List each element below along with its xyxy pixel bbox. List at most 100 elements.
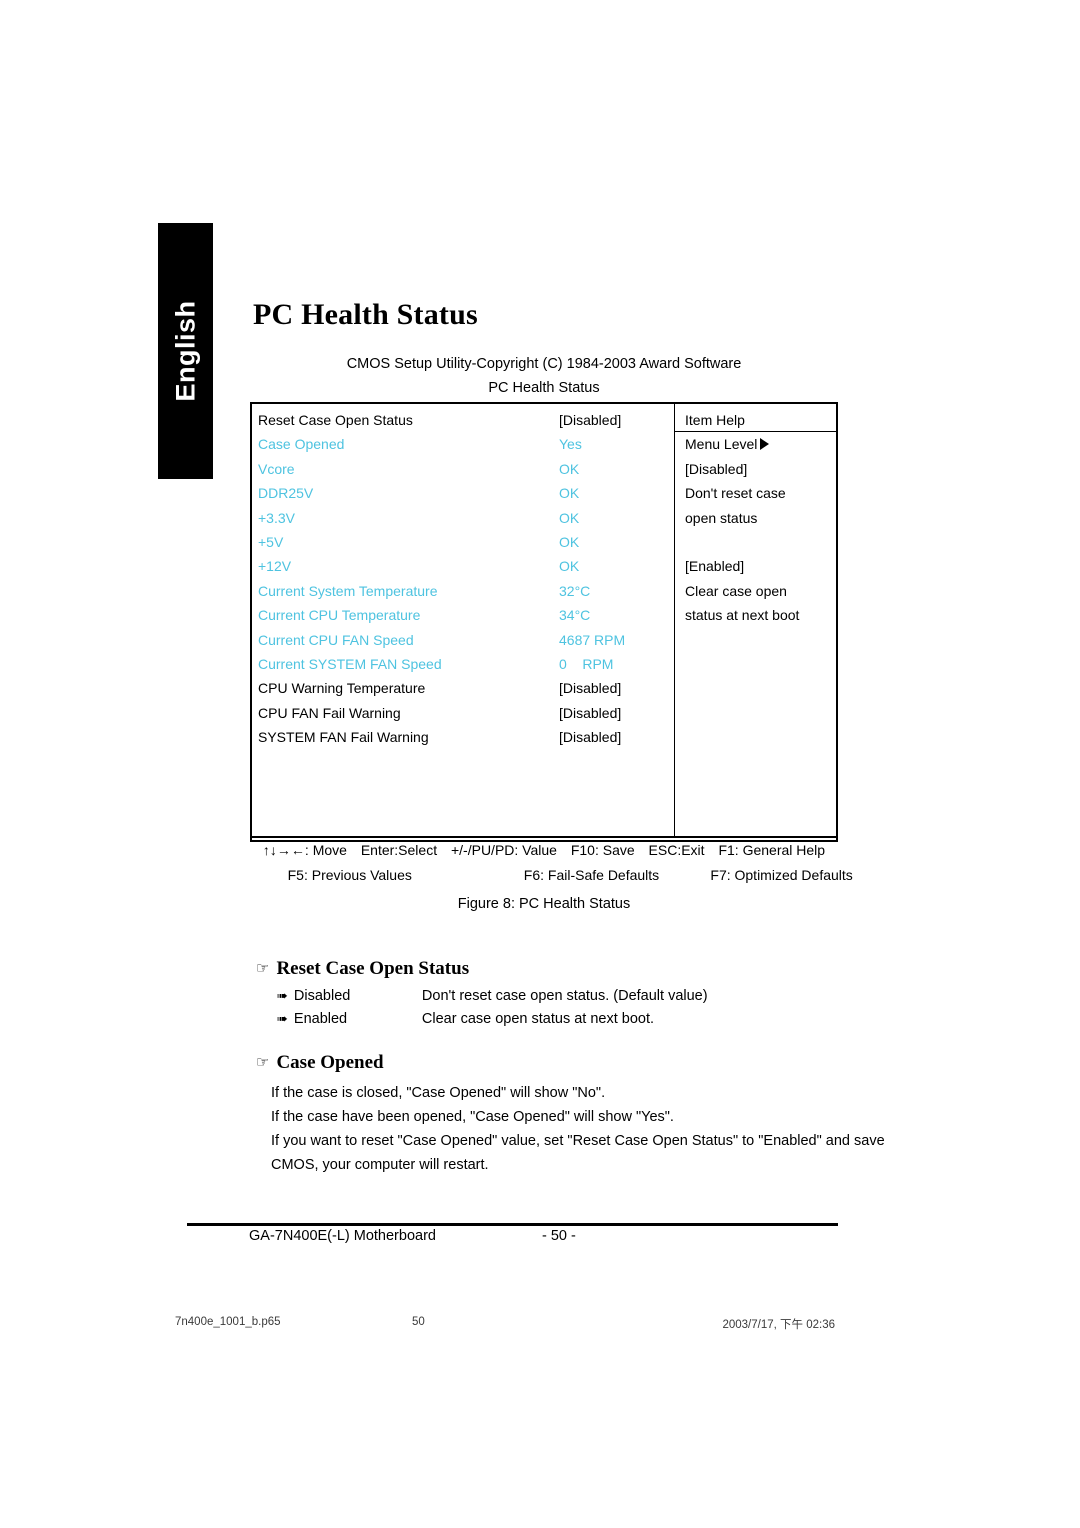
bios-row[interactable]: Current CPU Temperature 34°C (252, 603, 674, 627)
paragraph-line: If you want to reset "Case Opened" value… (271, 1133, 885, 1149)
bios-row[interactable]: Vcore OK (252, 457, 674, 481)
option-description: Don't reset case open status. (Default v… (421, 988, 708, 1004)
legend-key-move: ↑↓→←: Move (262, 842, 347, 858)
bios-header-copyright: CMOS Setup Utility-Copyright (C) 1984-20… (346, 356, 742, 372)
item-help-line: status at next boot (685, 607, 800, 624)
option-name: Disabled (293, 988, 351, 1004)
bios-window: Reset Case Open Status [Disabled] Case O… (250, 402, 853, 883)
option-row-enabled: ➠ Enabled Clear case open status at next b… (277, 1011, 654, 1027)
menu-level-row: Menu Level (675, 432, 836, 456)
legend-key-save: F10: Save (570, 842, 635, 858)
bios-row-label: Current CPU FAN Speed (258, 631, 414, 648)
chevron-right-icon (760, 438, 770, 451)
bios-row[interactable]: +3.3V OK (252, 506, 674, 530)
legend-key-fail-safe-defaults: F6: Fail-Safe Defaults (523, 867, 660, 883)
section-heading-text: Reset Case Open Status (276, 958, 470, 979)
bios-row-value: 34°C (559, 607, 591, 624)
bios-row-label: +5V (258, 533, 284, 550)
language-tab-label: English (170, 300, 200, 402)
legend-key-value: +/-/PU/PD: Value (450, 842, 557, 858)
option-description: Clear case open status at next boot. (421, 1011, 655, 1027)
bios-row-value: 32°C (559, 582, 591, 599)
bios-row[interactable]: +5V OK (252, 530, 674, 554)
item-help-line: open status (685, 509, 758, 526)
item-help-title-divider (675, 431, 836, 432)
section-heading-reset-case-open-status: ☞ Reset Case Open Status (256, 958, 469, 980)
bios-row-value: [Disabled] (559, 412, 622, 428)
footer-rule (187, 1223, 838, 1226)
bios-row-value: OK (559, 558, 580, 575)
print-strip: 7n400e_1001_b.p65 50 2003/7/17, 下午 02:36 (175, 1316, 835, 1334)
bios-row-value: OK (559, 485, 580, 502)
page-title: PC Health Status (253, 298, 478, 331)
bios-row-value: [Disabled] (559, 704, 622, 721)
legend-line-2: F5: Previous Values F6: Fail-Safe Defaul… (252, 863, 853, 888)
bios-screen-figure: CMOS Setup Utility-Copyright (C) 1984-20… (250, 352, 853, 883)
paragraph-line: If the case have been opened, "Case Open… (271, 1109, 674, 1125)
bios-settings-list: Reset Case Open Status [Disabled] Case O… (252, 404, 674, 749)
bios-row-value: OK (559, 533, 580, 550)
bios-row-label: Vcore (258, 460, 295, 477)
bios-row-label: +3.3V (258, 509, 295, 526)
bios-key-legend: ↑↓→←: Move Enter:Select +/-/PU/PD: Value… (252, 838, 853, 888)
language-tab-english: English (158, 223, 213, 479)
bios-row[interactable]: Current System Temperature 32°C (252, 579, 674, 603)
bios-row-label: Current SYSTEM FAN Speed (258, 655, 442, 672)
page-footer: GA-7N400E(-L) Motherboard - 50 - (187, 1228, 838, 1252)
bios-row[interactable]: Case Opened Yes (252, 432, 674, 456)
item-help-line: Clear case open (685, 582, 787, 599)
footer-page-number: - 50 - (542, 1228, 576, 1244)
figure-caption: Figure 8: PC Health Status (457, 896, 631, 912)
section-heading-text: Case Opened (276, 1052, 384, 1073)
bios-row[interactable]: Current CPU FAN Speed 4687 RPM (252, 628, 674, 652)
pointing-hand-icon: ☞ (256, 1053, 270, 1071)
bios-row-label: CPU Warning Temperature (258, 680, 426, 697)
print-strip-page: 50 (412, 1316, 425, 1328)
bios-row-label: Case Opened (258, 436, 345, 453)
bios-row-label: DDR25V (258, 485, 314, 502)
bios-row-label: Current CPU Temperature (258, 607, 421, 624)
bios-row[interactable]: Reset Case Open Status [Disabled] (252, 408, 674, 432)
bios-row-value: Yes (559, 436, 582, 453)
double-arrow-icon: ➠ (277, 1012, 288, 1027)
bios-row[interactable]: DDR25V OK (252, 481, 674, 505)
bios-header-menu-title: PC Health Status (488, 380, 600, 396)
option-name: Enabled (293, 1011, 348, 1027)
paragraph-line: CMOS, your computer will restart. (271, 1157, 489, 1173)
legend-key-optimized-defaults: F7: Optimized Defaults (710, 867, 853, 883)
bios-row-value: 0 RPM (559, 655, 614, 672)
print-strip-timestamp: 2003/7/17, 下午 02:36 (722, 1319, 835, 1331)
legend-key-exit: ESC:Exit (648, 842, 705, 858)
menu-level-label: Menu Level (685, 436, 758, 453)
item-help-line: [Disabled] (685, 460, 748, 477)
section-heading-case-opened: ☞ Case Opened (256, 1052, 384, 1074)
bios-row-label: Reset Case Open Status (258, 412, 413, 428)
bios-row-label: +12V (258, 558, 292, 575)
legend-key-select: Enter:Select (360, 842, 438, 858)
option-row-disabled: ➠ Disabled Don't reset case open status. (… (277, 988, 708, 1004)
item-help-line: [Enabled] (685, 558, 745, 575)
bios-row-label: SYSTEM FAN Fail Warning (258, 729, 429, 746)
item-help-line: Don't reset case (685, 485, 786, 502)
legend-key-general-help: F1: General Help (718, 842, 826, 858)
item-help-line (675, 530, 836, 554)
bios-row[interactable]: SYSTEM FAN Fail Warning [Disabled] (252, 725, 674, 749)
bios-row-label: CPU FAN Fail Warning (258, 704, 401, 721)
legend-key-previous-values: F5: Previous Values (287, 867, 412, 883)
bios-row-value: 4687 RPM (559, 631, 626, 648)
paragraph-line: If the case is closed, "Case Opened" wil… (271, 1085, 606, 1101)
bios-row-value: [Disabled] (559, 729, 622, 746)
item-help-title: Item Help (685, 412, 745, 428)
bios-row[interactable]: CPU Warning Temperature [Disabled] (252, 676, 674, 700)
footer-product-name: GA-7N400E(-L) Motherboard (249, 1228, 436, 1244)
print-strip-filename: 7n400e_1001_b.p65 (175, 1316, 281, 1328)
bios-row-value: OK (559, 509, 580, 526)
bios-item-help-panel: Item Help Menu Level [Disabled] Don't re… (675, 404, 836, 628)
bios-row-value: [Disabled] (559, 680, 622, 697)
legend-line-1: ↑↓→←: Move Enter:Select +/-/PU/PD: Value… (252, 838, 836, 863)
bios-row[interactable]: Current SYSTEM FAN Speed 0 RPM (252, 652, 674, 676)
pointing-hand-icon: ☞ (256, 959, 270, 977)
bios-row-value: OK (559, 460, 580, 477)
bios-row[interactable]: CPU FAN Fail Warning [Disabled] (252, 701, 674, 725)
bios-row[interactable]: +12V OK (252, 554, 674, 578)
